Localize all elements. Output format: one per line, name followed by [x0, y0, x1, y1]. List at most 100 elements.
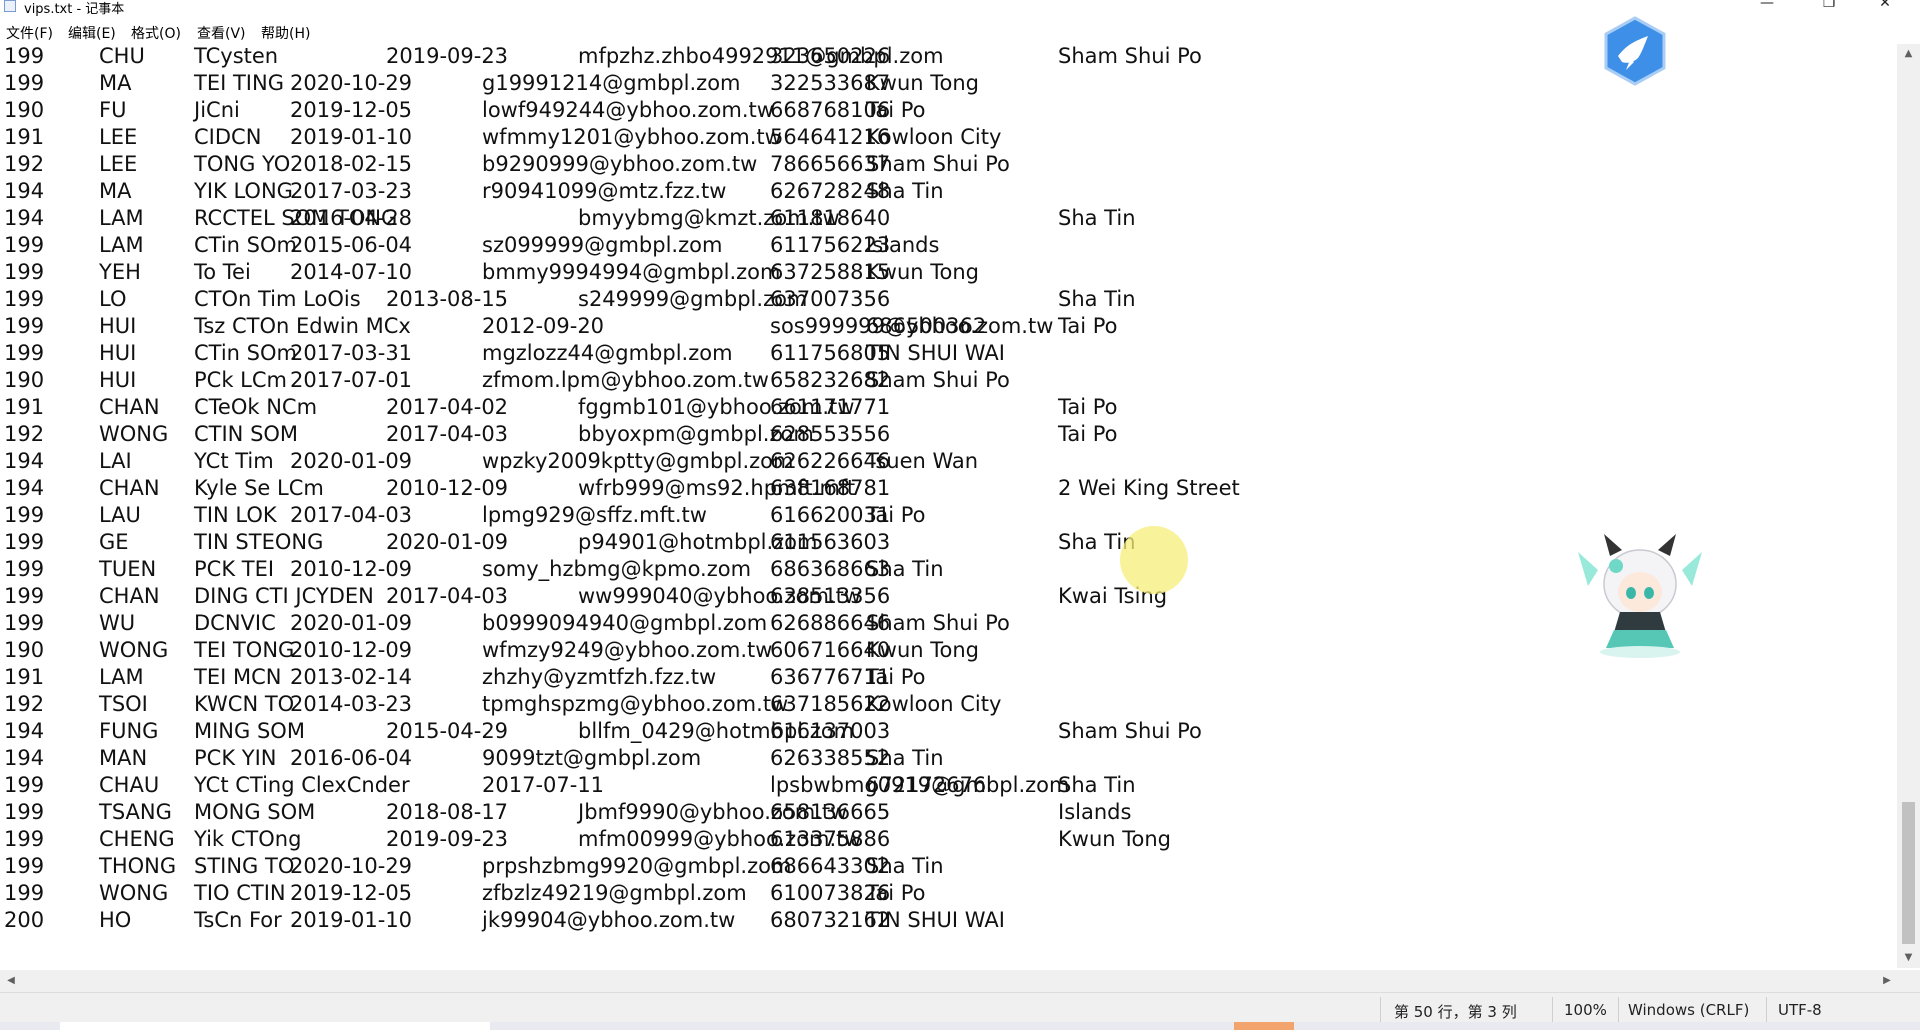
horizontal-scrollbar[interactable]: ◀ ▶: [0, 970, 1897, 992]
menu-help[interactable]: 帮助(H): [261, 23, 310, 43]
line-field: 192: [4, 152, 45, 176]
line-field: WONG: [99, 638, 169, 662]
line-field: 191: [4, 395, 45, 419]
notepad-window: vips.txt - 记事本 — ❐ ✕ 文件(F) 编辑(E) 格式(O) 查…: [0, 0, 1920, 1030]
vertical-scroll-thumb[interactable]: [1902, 802, 1915, 944]
line-field: 2013-08-15: [386, 287, 509, 311]
line-field: 2017-07-01: [290, 368, 413, 392]
cursor-position: 第 50 行，第 3 列: [1394, 1003, 1517, 1021]
line-field: Tai Po: [866, 881, 926, 905]
line-field: MAN: [99, 746, 148, 770]
line-field: TONG YO: [194, 152, 291, 176]
line-field: 190: [4, 638, 45, 662]
line-field: CHAN: [99, 476, 160, 500]
line-field: CHAU: [99, 773, 160, 797]
line-field: Sha Tin: [866, 854, 944, 878]
line-field: b0999094940@gmbpl.zom: [482, 611, 768, 635]
scroll-up-icon[interactable]: ▲: [1897, 44, 1920, 64]
line-field: STING TO: [194, 854, 295, 878]
line-field: 199: [4, 503, 45, 527]
line-field: somy_hzbmg@kpmo.zom: [482, 557, 752, 581]
scroll-left-icon[interactable]: ◀: [2, 970, 20, 992]
line-field: 611563603: [770, 530, 891, 554]
line-field: To Tei: [194, 260, 251, 284]
vertical-scrollbar[interactable]: ▲ ▼: [1897, 44, 1920, 968]
line-field: Kowloon City: [866, 125, 1002, 149]
line-field: WONG: [99, 422, 169, 446]
taskbar-item[interactable]: [60, 1022, 490, 1030]
line-field: wpzky2009kptty@gmbpl.zom: [482, 449, 794, 473]
line-field: Sha Tin: [1058, 206, 1136, 230]
taskbar-item-active[interactable]: [1234, 1022, 1294, 1030]
menu-edit[interactable]: 编辑(E): [68, 23, 116, 43]
line-field: 2017-03-23: [290, 179, 413, 203]
menu-file[interactable]: 文件(F): [6, 23, 53, 43]
line-field: 199: [4, 341, 45, 365]
bird-icon[interactable]: [1602, 16, 1668, 86]
line-field: CTeOk NCm: [194, 395, 318, 419]
menu-format[interactable]: 格式(O): [131, 23, 181, 43]
line-field: 616137003: [770, 719, 891, 743]
line-field: Kwun Tong: [1058, 827, 1171, 851]
line-field: 613375886: [770, 827, 891, 851]
line-field: 611818640: [770, 206, 891, 230]
line-field: CHAN: [99, 584, 160, 608]
line-field: 2013-02-14: [290, 665, 413, 689]
line-field: MING SOM: [194, 719, 305, 743]
close-button[interactable]: ✕: [1862, 0, 1908, 14]
line-field: MA: [99, 71, 132, 95]
line-field: MONG SOM: [194, 800, 316, 824]
line-field: 2019-12-05: [290, 98, 413, 122]
line-field: Tai Po: [866, 665, 926, 689]
line-field: MA: [99, 179, 132, 203]
line-field: Kowloon City: [866, 692, 1002, 716]
line-field: HUI: [99, 368, 137, 392]
line-field: Sham Shui Po: [866, 611, 1010, 635]
line-field: FUNG: [99, 719, 159, 743]
line-field: 192: [4, 692, 45, 716]
line-field: 2010-12-09: [386, 476, 509, 500]
line-field: KWCN TO: [194, 692, 295, 716]
line-field: CTOn Tim LoOis: [194, 287, 361, 311]
line-field: Tai Po: [866, 503, 926, 527]
line-field: LO: [99, 287, 127, 311]
minimize-button[interactable]: —: [1744, 0, 1790, 14]
line-field: Tai Po: [1058, 422, 1118, 446]
line-field: 2010-12-09: [290, 557, 413, 581]
line-field: 191: [4, 125, 45, 149]
line-field: 2019-12-05: [290, 881, 413, 905]
line-field: LAI: [99, 449, 132, 473]
line-field: LEE: [99, 125, 138, 149]
line-field: 628553556: [770, 422, 891, 446]
cursor-highlight: [1120, 526, 1188, 594]
line-field: 2019-01-10: [290, 908, 413, 932]
line-field: 2010-12-09: [290, 638, 413, 662]
window-title: vips.txt - 记事本: [24, 2, 125, 17]
line-field: Islands: [866, 233, 940, 257]
scroll-right-icon[interactable]: ▶: [1878, 970, 1896, 992]
line-field: Tai Po: [866, 98, 926, 122]
line-field: CIDCN: [194, 125, 262, 149]
line-field: 190: [4, 368, 45, 392]
line-field: LAU: [99, 503, 141, 527]
line-field: 199: [4, 44, 45, 68]
notepad-app-icon: [4, 0, 16, 12]
scroll-down-icon[interactable]: ▼: [1897, 948, 1920, 968]
line-field: Kyle Se LCm: [194, 476, 324, 500]
line-field: 199: [4, 611, 45, 635]
line-field: 323650226: [770, 44, 891, 68]
text-editor-area[interactable]: 199 CHU TCysten 2019-09-23 mfpzhz.zhbo499291…: [0, 44, 1897, 968]
mascot-character-icon[interactable]: [1570, 526, 1710, 666]
line-field: 2020-01-09: [290, 611, 413, 635]
maximize-button[interactable]: ❐: [1806, 0, 1852, 14]
line-ending: Windows (CRLF): [1628, 1001, 1750, 1019]
line-field: CHENG: [99, 827, 175, 851]
menu-view[interactable]: 查看(V): [197, 23, 246, 43]
line-field: 9099tzt@gmbpl.zom: [482, 746, 702, 770]
line-field: b9290999@ybhoo.zom.tw: [482, 152, 758, 176]
line-field: Sha Tin: [866, 179, 944, 203]
line-field: Sha Tin: [1058, 287, 1136, 311]
scrollbar-corner: [1897, 970, 1920, 992]
line-field: GE: [99, 530, 129, 554]
line-field: 199: [4, 827, 45, 851]
